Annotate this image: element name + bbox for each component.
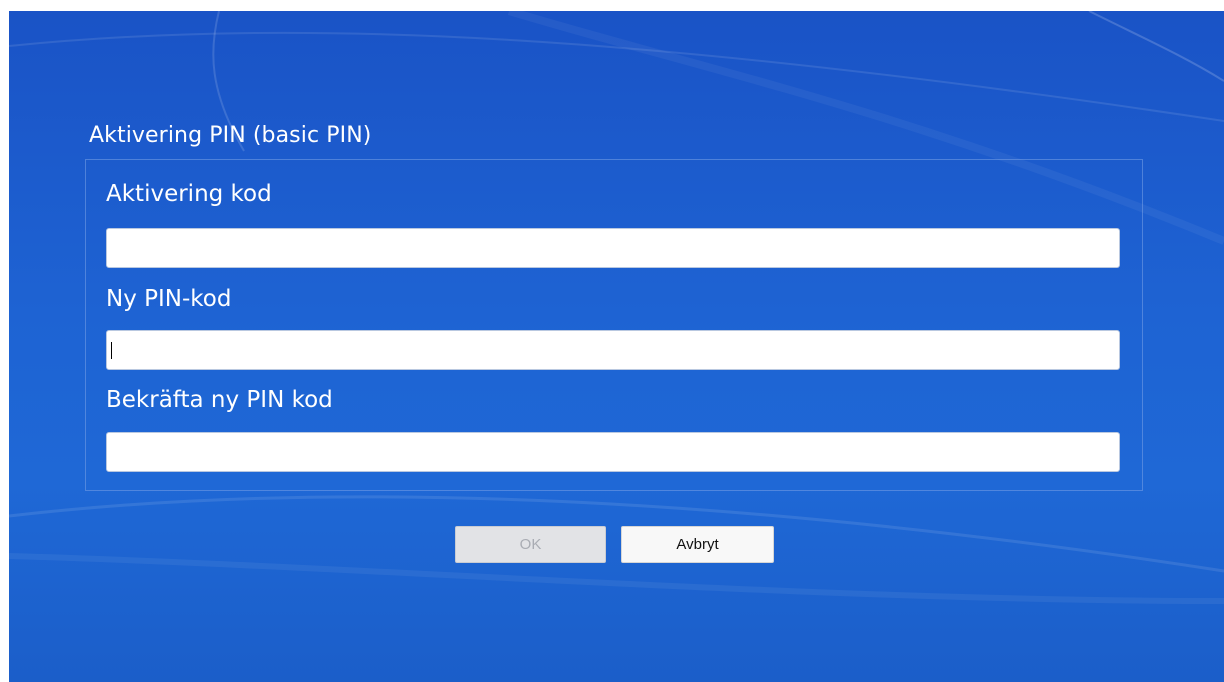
- text-caret: [111, 342, 112, 359]
- activation-code-input[interactable]: [106, 228, 1120, 268]
- cancel-button[interactable]: Avbryt: [621, 526, 774, 563]
- confirm-pin-label: Bekräfta ny PIN kod: [106, 387, 333, 413]
- new-pin-input[interactable]: [106, 330, 1120, 370]
- dialog-title: Aktivering PIN (basic PIN): [89, 123, 372, 148]
- activation-code-label: Aktivering kod: [106, 181, 272, 207]
- new-pin-label: Ny PIN-kod: [106, 286, 232, 312]
- confirm-pin-input[interactable]: [106, 432, 1120, 472]
- ok-button[interactable]: OK: [455, 526, 606, 563]
- desktop-background: Aktivering PIN (basic PIN) Aktivering ko…: [9, 11, 1224, 682]
